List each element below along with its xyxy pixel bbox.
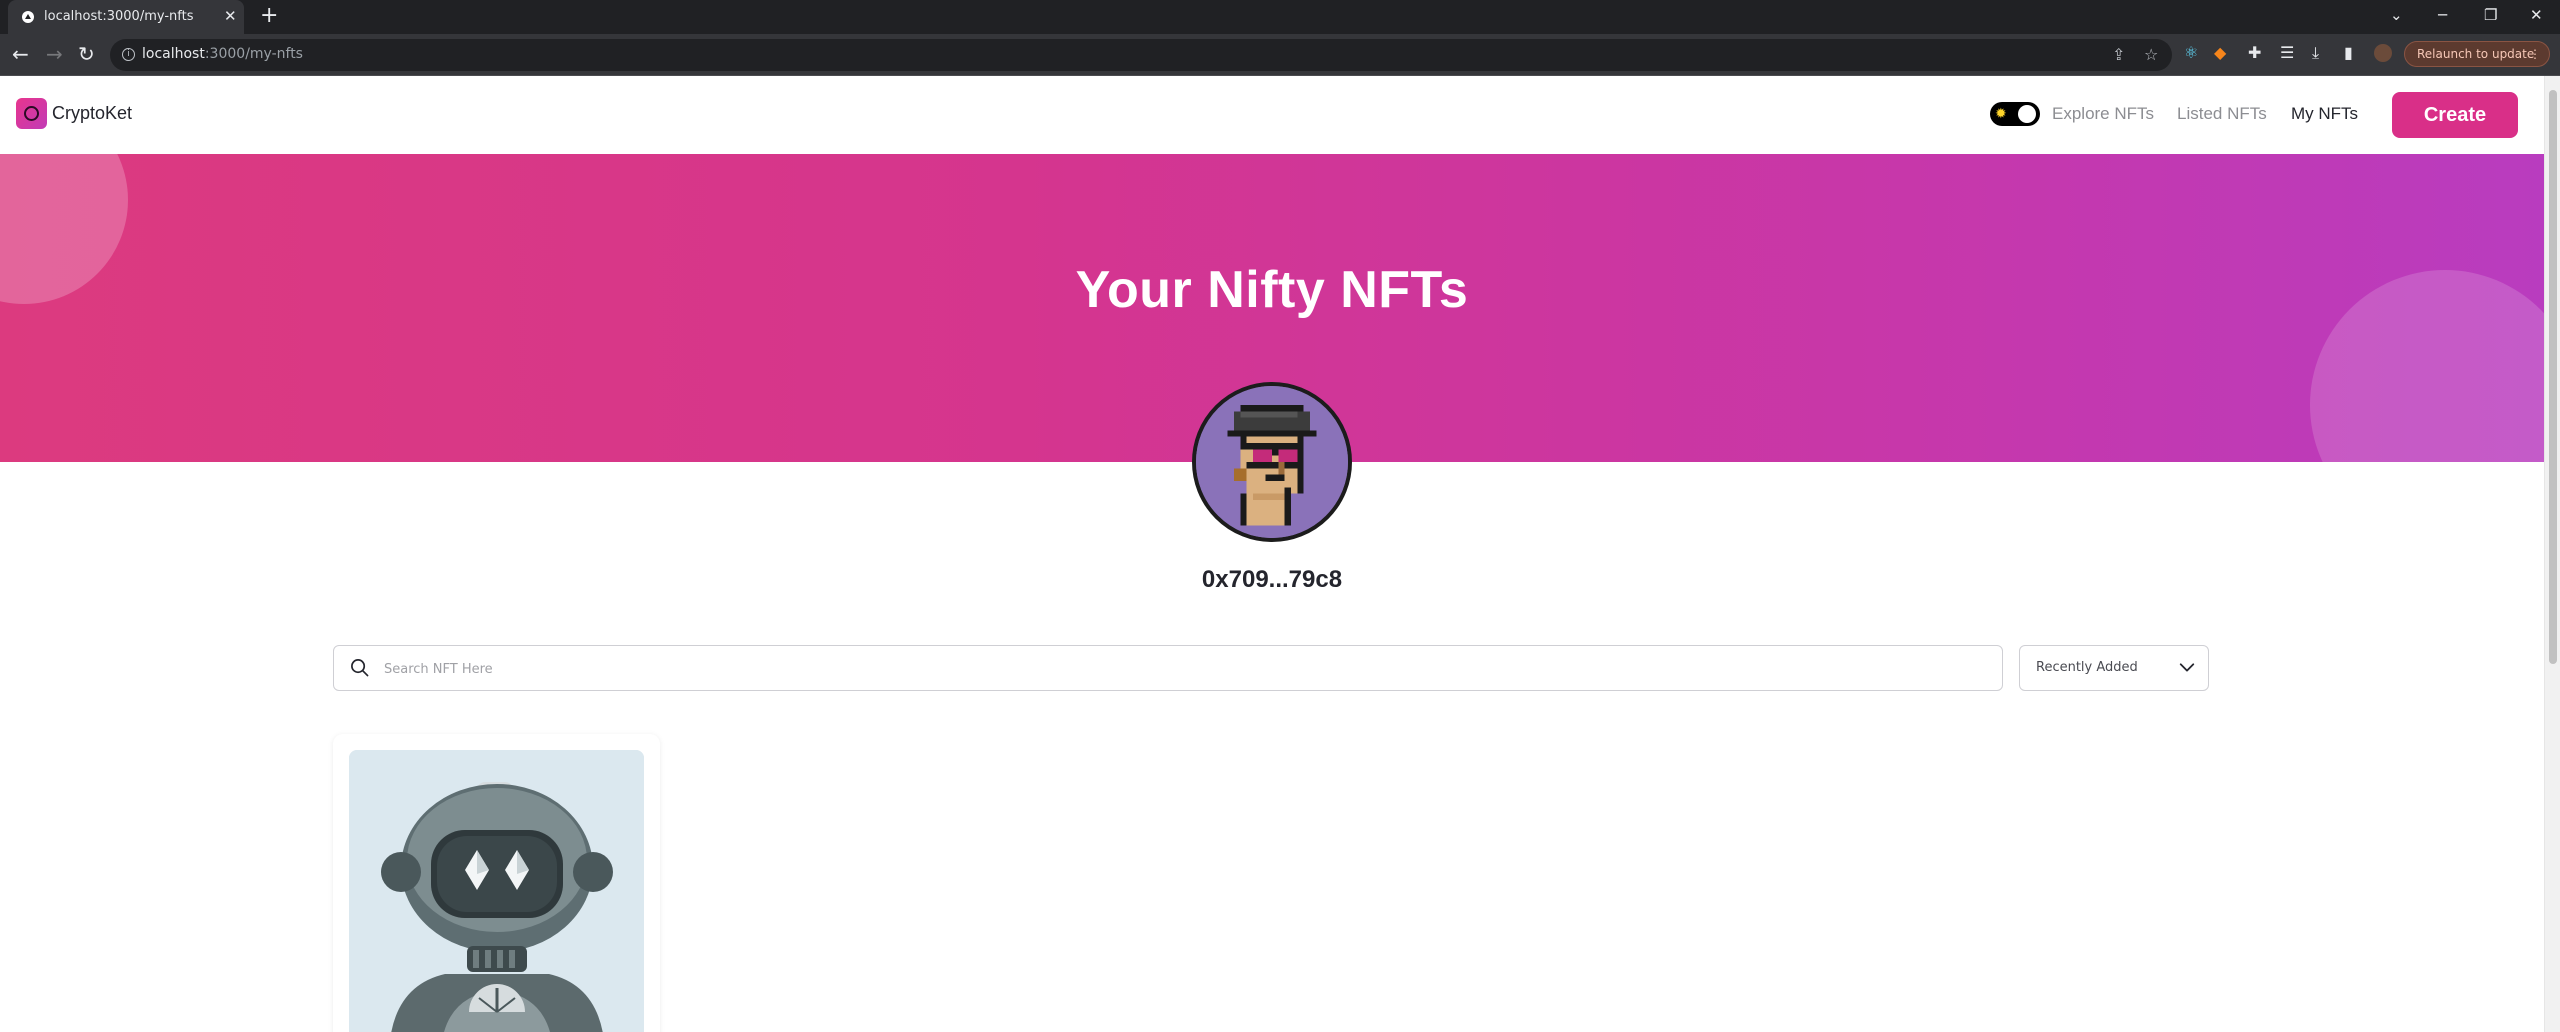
page-scrollbar[interactable] [2544, 76, 2560, 1032]
site-navbar: CryptoKet ✹ Explore NFTs Listed NFTs My … [0, 76, 2544, 154]
relaunch-label: Relaunch to update [2417, 47, 2535, 61]
back-icon[interactable]: ← [12, 42, 29, 66]
minimize-icon[interactable]: ─ [2438, 4, 2447, 26]
browser-toolbar: ← → ↻ i localhost:3000/my-nfts ⇪ ☆ [0, 34, 2560, 76]
new-tab-icon[interactable]: + [260, 5, 278, 27]
browser-tab-bar: localhost:3000/my-nfts ✕ + ⌄ ─ ❐ ✕ [0, 0, 2560, 34]
create-button[interactable]: Create [2392, 92, 2518, 138]
extensions-puzzle-icon[interactable]: ✚ [2248, 43, 2261, 63]
react-devtools-icon[interactable]: ⚛ [2184, 43, 2198, 63]
page-viewport: CryptoKet ✹ Explore NFTs Listed NFTs My … [0, 76, 2544, 1032]
side-panel-icon[interactable]: ▮ [2344, 43, 2353, 63]
logo-text[interactable]: CryptoKet [52, 103, 132, 124]
nav-link-explore-nfts[interactable]: Explore NFTs [2052, 104, 2154, 124]
sort-selected-value: Recently Added [2036, 660, 2138, 675]
wallet-address: 0x709...79c8 [1201, 566, 1343, 593]
vercel-favicon-icon [22, 11, 34, 23]
scrollbar-thumb[interactable] [2549, 90, 2557, 664]
reload-icon[interactable]: ↻ [78, 42, 95, 66]
profile-avatar-icon[interactable] [2374, 44, 2392, 62]
nav-link-listed-nfts[interactable]: Listed NFTs [2177, 104, 2267, 124]
site-info-icon[interactable]: i [122, 48, 135, 61]
url-text[interactable]: localhost:3000/my-nfts [142, 46, 303, 62]
bookmark-star-icon[interactable]: ☆ [2144, 45, 2158, 65]
cryptopunk-avatar-icon [1196, 386, 1348, 538]
forward-icon[interactable]: → [46, 42, 63, 66]
metamask-icon[interactable]: ◆ [2214, 43, 2226, 63]
restore-icon[interactable]: ❐ [2484, 4, 2497, 26]
more-menu-icon: ⋮ [2529, 47, 2541, 61]
page-title: Your Nifty NFTs [1075, 261, 1469, 319]
nft-card[interactable] [333, 734, 660, 1032]
nav-link-my-nfts[interactable]: My NFTs [2291, 104, 2358, 124]
share-icon[interactable]: ⇪ [2112, 45, 2125, 65]
tab-title: localhost:3000/my-nfts [44, 9, 194, 24]
toggle-knob [2018, 105, 2036, 123]
theme-toggle[interactable]: ✹ [1990, 102, 2040, 126]
close-window-icon[interactable]: ✕ [2530, 4, 2543, 26]
sun-icon: ✹ [1995, 106, 2007, 122]
browser-tab[interactable]: localhost:3000/my-nfts ✕ [8, 0, 244, 34]
tab-search-icon[interactable]: ⌄ [2390, 4, 2403, 26]
tab-close-icon[interactable]: ✕ [224, 7, 237, 25]
profile-avatar [1192, 382, 1352, 542]
search-bar [333, 645, 2003, 691]
robot-nft-image [349, 750, 644, 1032]
search-input[interactable] [384, 656, 1984, 682]
search-icon [351, 659, 369, 677]
media-queue-icon[interactable]: ☰ [2280, 43, 2294, 63]
nft-image[interactable] [349, 750, 644, 1032]
address-bar[interactable]: i localhost:3000/my-nfts ⇪ ☆ [110, 39, 2172, 71]
relaunch-to-update-button[interactable]: Relaunch to update ⋮ [2404, 41, 2550, 67]
cryptoket-logo-icon[interactable] [16, 98, 47, 129]
chevron-down-icon [2179, 663, 2195, 672]
download-icon[interactable]: ⤓ [2312, 43, 2319, 63]
sort-dropdown[interactable]: Recently Added [2019, 645, 2209, 691]
